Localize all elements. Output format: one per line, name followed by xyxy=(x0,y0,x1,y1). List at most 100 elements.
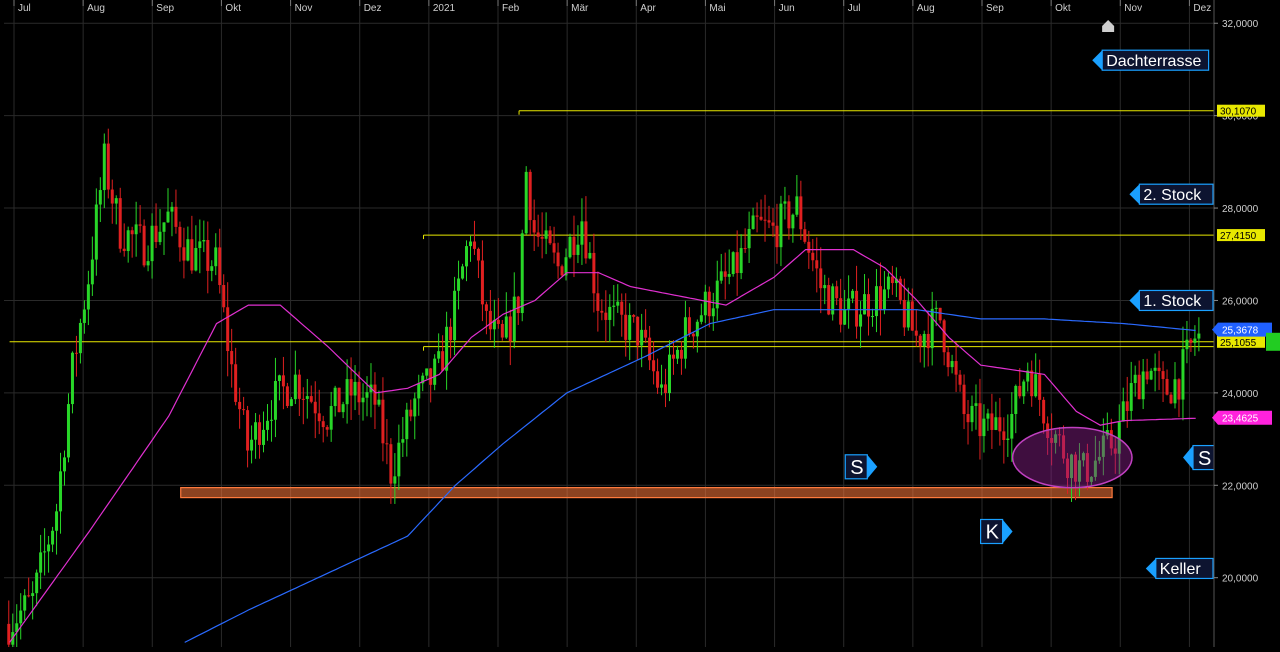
candle-body xyxy=(230,351,234,365)
candle-body xyxy=(596,293,600,311)
highlight-ellipse[interactable] xyxy=(1011,426,1133,489)
price-chart-svg[interactable]: Dachterrasse 2. Stock 1. Stock S S K Keller Ju… xyxy=(0,0,1280,652)
candle-body xyxy=(1189,339,1193,343)
month-label: Mai xyxy=(709,3,725,14)
candle-body xyxy=(353,381,357,396)
candle-body xyxy=(930,308,934,349)
month-label: Jul xyxy=(848,3,861,14)
candle-body xyxy=(576,244,580,255)
candle-body xyxy=(528,171,532,221)
candle-body xyxy=(580,221,584,245)
candle-body xyxy=(269,419,273,421)
candle-body xyxy=(636,316,640,346)
candle-body xyxy=(94,204,98,260)
candle-body xyxy=(174,206,178,227)
candle-body xyxy=(39,552,43,573)
candle-body xyxy=(381,399,385,444)
candle-body xyxy=(293,374,297,400)
candle-body xyxy=(644,329,648,338)
candle-body xyxy=(867,294,871,317)
candle-body xyxy=(480,260,484,305)
candle-body xyxy=(1030,370,1034,397)
candle-body xyxy=(982,418,986,437)
label-k[interactable]: K xyxy=(979,518,1013,545)
candle-body xyxy=(703,291,707,316)
candle-body xyxy=(27,595,31,597)
candle-body xyxy=(405,409,409,440)
candle-body xyxy=(1042,399,1046,424)
candle-body xyxy=(739,248,743,274)
candle-body xyxy=(851,290,855,299)
top-marker-icon[interactable] xyxy=(1102,20,1115,32)
support-zone[interactable] xyxy=(180,486,1113,499)
candle-body xyxy=(321,421,325,428)
candle-body xyxy=(1014,385,1018,414)
candle-body xyxy=(226,307,230,352)
candle-body xyxy=(254,422,258,440)
candle-body xyxy=(488,310,492,330)
candle-body xyxy=(552,243,556,253)
candle-body xyxy=(250,439,254,451)
label-keller[interactable]: Keller xyxy=(1145,557,1214,580)
label-1-stock[interactable]: 1. Stock xyxy=(1129,289,1214,312)
candle-body xyxy=(170,206,174,212)
candle-body xyxy=(238,401,242,410)
month-label: Jul xyxy=(18,3,31,14)
label-dachterrasse[interactable]: Dachterrasse xyxy=(1092,49,1210,71)
ma-value-label: 23,4625 xyxy=(1222,414,1259,425)
candle-body xyxy=(1002,431,1006,440)
candle-body xyxy=(671,354,675,359)
candle-body xyxy=(1125,401,1129,411)
highlight-ellipse-layer xyxy=(1011,426,1133,489)
candle-body xyxy=(751,215,755,229)
candle-body xyxy=(242,409,246,411)
candle-body xyxy=(1018,385,1022,397)
candle-body xyxy=(437,351,441,359)
candle-body xyxy=(246,410,250,451)
candle-body xyxy=(449,326,453,341)
stock-chart[interactable]: Dachterrasse 2. Stock 1. Stock S S K Keller Ju… xyxy=(0,0,1280,652)
candle-body xyxy=(1177,379,1181,400)
candle-body xyxy=(886,276,890,290)
label-s-right[interactable]: S xyxy=(1183,444,1216,471)
month-label: Sep xyxy=(986,3,1004,14)
annotation-arrow-icon xyxy=(1145,558,1156,579)
candle-body xyxy=(1137,374,1141,400)
candle-body xyxy=(130,230,134,235)
candle-body xyxy=(520,233,524,314)
candle-body xyxy=(365,392,369,398)
candle-body xyxy=(47,544,51,552)
annotation-text: S xyxy=(1198,448,1211,470)
candle-body xyxy=(604,312,608,320)
label-s-left[interactable]: S xyxy=(844,454,878,480)
candle-body xyxy=(652,360,656,372)
price-tick-label: 20,0000 xyxy=(1222,574,1259,585)
label-2-stock[interactable]: 2. Stock xyxy=(1129,183,1214,205)
candle-body xyxy=(106,143,110,190)
candle-body xyxy=(938,307,942,321)
candle-body xyxy=(843,309,847,325)
annotation-text: K xyxy=(986,522,1000,544)
annotations: Dachterrasse 2. Stock 1. Stock S S K Keller xyxy=(844,49,1216,580)
candle-body xyxy=(74,352,78,354)
candle-body xyxy=(377,399,381,405)
candle-body xyxy=(309,396,313,402)
candle-body xyxy=(524,171,528,234)
candle-body xyxy=(23,595,27,611)
candle-body xyxy=(771,222,775,226)
horizontal-line-value: 30,1070 xyxy=(1220,107,1257,118)
candle-body xyxy=(154,225,158,243)
candle-body xyxy=(134,224,138,235)
horizontal-line-value: 27,4150 xyxy=(1220,231,1257,242)
candle-body xyxy=(150,225,154,262)
candle-body xyxy=(874,286,878,317)
candle-body xyxy=(958,374,962,385)
candle-body xyxy=(214,247,218,267)
candle-body xyxy=(974,403,978,406)
candle-body xyxy=(1149,370,1153,380)
candle-body xyxy=(687,317,691,334)
candle-body xyxy=(218,247,222,286)
candle-body xyxy=(51,530,55,545)
candle-body xyxy=(31,593,35,597)
candle-body xyxy=(190,239,194,271)
